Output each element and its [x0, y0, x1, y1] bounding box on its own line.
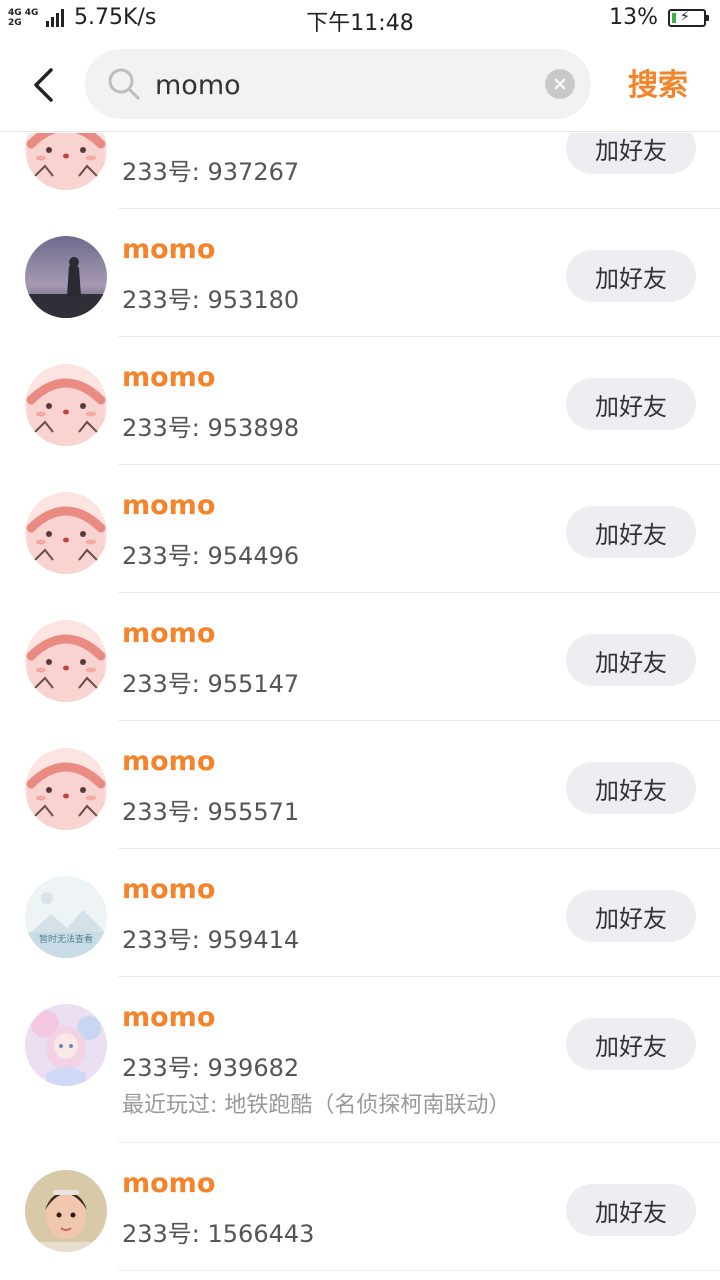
back-button[interactable] [20, 60, 70, 110]
pink-blob-avatar[interactable] [25, 364, 107, 446]
add-friend-button[interactable]: 加好友 [566, 1018, 696, 1070]
user-id: 233号: 953898 [122, 414, 300, 442]
user-id: 233号: 959414 [122, 926, 300, 954]
search-header: 搜索 [0, 38, 720, 132]
add-friend-button[interactable]: 加好友 [566, 890, 696, 942]
back-arrow-icon [34, 68, 53, 102]
add-friend-button[interactable]: 加好友 [566, 1184, 696, 1236]
search-box[interactable] [85, 49, 591, 119]
user-id: 233号: 939682 [122, 1054, 300, 1082]
search-icon [108, 68, 140, 100]
add-friend-button[interactable]: 加好友 [566, 133, 696, 174]
user-name[interactable]: momo [122, 874, 215, 905]
user-id: 233号: 937267 [122, 158, 300, 186]
search-button[interactable]: 搜索 [628, 60, 688, 104]
add-friend-button[interactable]: 加好友 [566, 250, 696, 302]
user-name[interactable]: momo [122, 234, 215, 265]
search-result-row[interactable]: momo 233号: 955147 加好友 [0, 593, 720, 721]
pink-blob-avatar[interactable] [25, 492, 107, 574]
row-divider [118, 1270, 720, 1271]
user-id: 233号: 1566443 [122, 1220, 315, 1248]
pink-blob-avatar[interactable] [25, 133, 107, 190]
search-input[interactable] [155, 65, 535, 105]
user-name[interactable]: momo [122, 618, 215, 649]
pink-blob-avatar[interactable] [25, 620, 107, 702]
search-result-row[interactable]: momo 233号: 955571 加好友 [0, 721, 720, 849]
search-results-list[interactable]: momo233号: 937267加好友 momo233号: 953180加好友 … [0, 133, 720, 1280]
charging-icon: ⚡ [680, 9, 690, 25]
search-result-row[interactable]: momo 233号: 937267 加好友 [0, 133, 720, 209]
user-name[interactable]: momo [122, 1002, 215, 1033]
clear-search-icon[interactable] [545, 69, 575, 99]
anime-girl-avatar[interactable] [25, 1004, 107, 1086]
child-photo-avatar[interactable] [25, 1170, 107, 1252]
status-bar: 4G 4G 2G 5.75K/s 下午11:48 13% ⚡ [0, 0, 720, 38]
photo-avatar-dusk[interactable] [25, 236, 107, 318]
pink-blob-avatar[interactable] [25, 748, 107, 830]
recently-played: 最近玩过: 地铁跑酷（名侦探柯南联动） [122, 1093, 511, 1118]
avatar-caption: 暂时无法查看 [38, 935, 93, 945]
user-name[interactable]: momo [122, 746, 215, 777]
search-result-row[interactable]: 暂时无法查看 momo 233号: 959414 加好友 [0, 849, 720, 977]
battery-level [672, 13, 676, 23]
user-id: 233号: 955571 [122, 798, 300, 826]
add-friend-button[interactable]: 加好友 [566, 634, 696, 686]
add-friend-button[interactable]: 加好友 [566, 378, 696, 430]
add-friend-button[interactable]: 加好友 [566, 762, 696, 814]
search-result-row[interactable]: momo 233号: 953898 加好友 [0, 337, 720, 465]
search-result-row[interactable]: momo 233号: 953180 加好友 [0, 209, 720, 337]
search-result-row[interactable]: momo 233号: 939682 最近玩过: 地铁跑酷（名侦探柯南联动） 加好友 [0, 977, 720, 1143]
user-id: 233号: 954496 [122, 542, 300, 570]
user-name[interactable]: momo [122, 133, 215, 137]
image-unavailable-avatar[interactable]: 暂时无法查看 [25, 876, 107, 958]
user-name[interactable]: momo [122, 490, 215, 521]
search-result-row[interactable]: momo 233号: 954496 加好友 [0, 465, 720, 593]
user-name[interactable]: momo [122, 1168, 215, 1199]
add-friend-button[interactable]: 加好友 [566, 506, 696, 558]
search-result-row[interactable]: momo 233号: 1566443 加好友 [0, 1143, 720, 1271]
user-id: 233号: 953180 [122, 286, 300, 314]
battery-percent: 13% [609, 5, 658, 30]
user-id: 233号: 955147 [122, 670, 300, 698]
battery-icon: ⚡ [668, 9, 709, 27]
results-scroll-content: momo233号: 937267加好友 momo233号: 953180加好友 … [0, 133, 720, 1271]
user-name[interactable]: momo [122, 362, 215, 393]
